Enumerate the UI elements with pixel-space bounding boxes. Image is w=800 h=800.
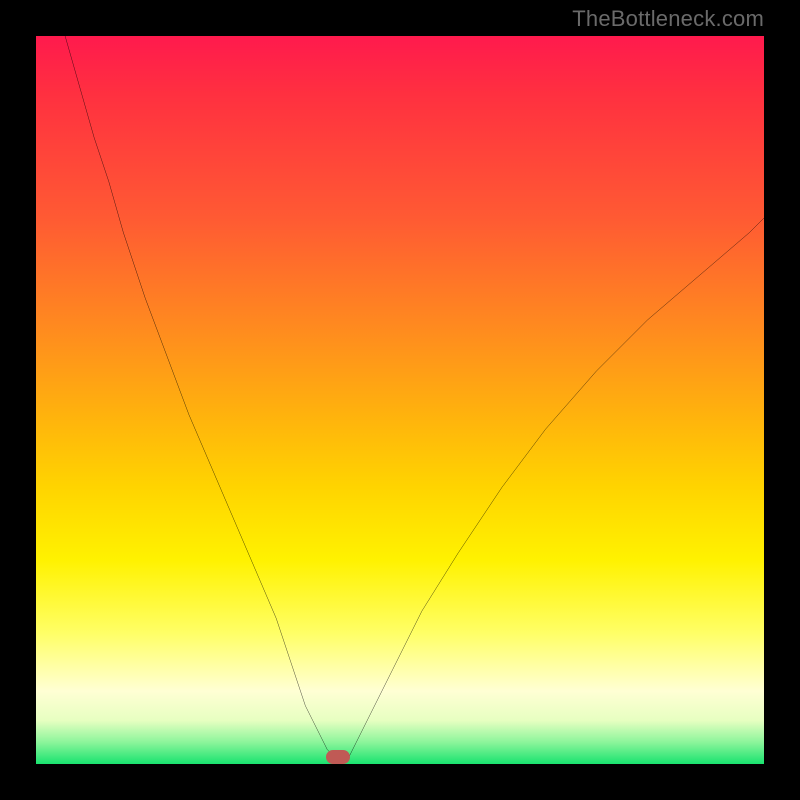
- minimum-marker: [326, 750, 350, 764]
- curve-path: [65, 36, 764, 757]
- plot-area: [36, 36, 764, 764]
- watermark-text: TheBottleneck.com: [572, 6, 764, 32]
- outer-frame: TheBottleneck.com: [0, 0, 800, 800]
- bottleneck-curve: [36, 36, 764, 764]
